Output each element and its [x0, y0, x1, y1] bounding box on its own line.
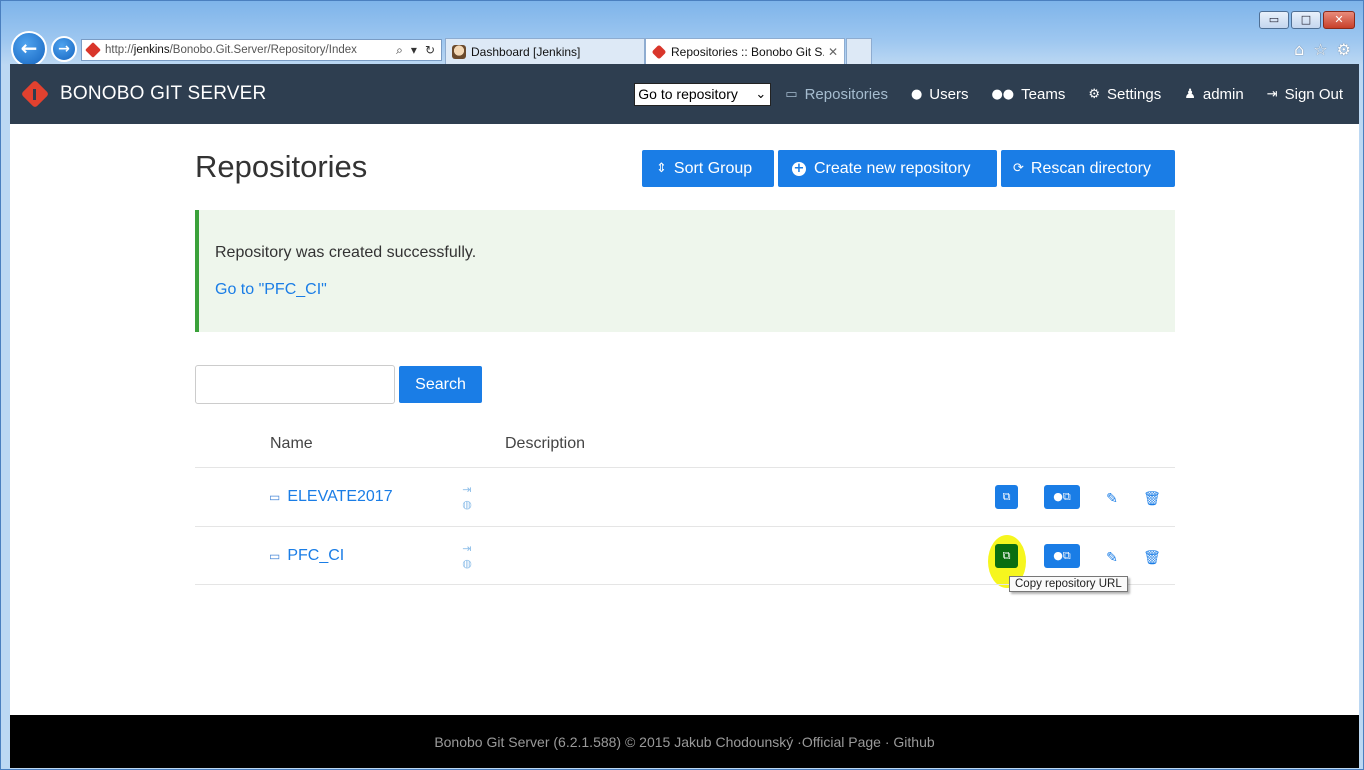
cogs-icon: ⚙	[1088, 86, 1100, 102]
hdd-icon: ▭	[269, 549, 281, 563]
minimize-button[interactable]: ▭	[1259, 11, 1289, 29]
sort-icon: ⇕	[656, 161, 667, 176]
footer-separator: ·	[880, 733, 894, 750]
top-navbar: BONOBO GIT SERVER Go to repository ⌄ ▭ R…	[10, 64, 1359, 124]
gear-icon[interactable]: ⚙	[1337, 40, 1351, 59]
nav-admin[interactable]: ♟ admin	[1184, 86, 1244, 103]
plus-circle-icon: +	[792, 160, 806, 176]
address-bar[interactable]: http://jenkins/Bonobo.Git.Server/Reposit…	[81, 39, 442, 61]
jenkins-icon	[452, 44, 466, 59]
create-repository-button[interactable]: + Create new repository	[778, 150, 997, 187]
search-input[interactable]	[195, 365, 395, 404]
footer: Bonobo Git Server (6.2.1.588) © 2015 Jak…	[10, 715, 1359, 768]
alert-message: Repository was created successfully.	[215, 244, 477, 261]
user-icon: ●	[910, 86, 923, 102]
repo-status-icons: ⇥ ◍	[460, 482, 474, 512]
brand[interactable]: BONOBO GIT SERVER	[21, 80, 266, 108]
user-copy-icon: ●⧉	[1053, 549, 1071, 562]
copy-url-with-user-button[interactable]: ●⧉	[1044, 485, 1080, 509]
sort-group-button[interactable]: ⇕ Sort Group	[642, 150, 774, 187]
edit-button[interactable]: ✎	[1103, 487, 1121, 511]
nav-settings[interactable]: ⚙ Settings	[1088, 86, 1161, 103]
page-viewport: BONOBO GIT SERVER Go to repository ⌄ ▭ R…	[10, 64, 1359, 768]
search-icon[interactable]: ⌕	[396, 43, 403, 58]
delete-button[interactable]: 🗑	[1143, 546, 1161, 570]
footer-text: Bonobo Git Server (6.2.1.588) © 2015 Jak…	[434, 733, 802, 750]
official-page-link[interactable]: Official Page	[802, 734, 881, 750]
forward-button[interactable]: →	[51, 36, 77, 62]
column-header-name[interactable]: Name	[270, 435, 313, 453]
globe-icon: ◍	[462, 557, 472, 570]
repo-status-icons: ⇥ ◍	[460, 541, 474, 571]
copy-url-with-user-button[interactable]: ●⧉	[1044, 544, 1080, 568]
bonobo-icon	[651, 44, 667, 59]
browser-window: ▭ □ ✕ ← → http://jenkins/Bonobo.Git.Serv…	[0, 0, 1364, 770]
nav-teams[interactable]: ●● Teams	[991, 86, 1065, 103]
brand-name: BONOBO GIT SERVER	[60, 83, 267, 104]
person-icon: ♟	[1184, 86, 1196, 102]
table-row: ▭ ELEVATE2017 ⇥ ◍ ⧉ ●⧉ ✎ 🗑	[195, 468, 1175, 526]
nav-users[interactable]: ● Users	[911, 86, 969, 103]
success-alert: Repository was created successfully. Go …	[195, 210, 1175, 332]
copy-icon: ⧉	[1002, 549, 1011, 562]
close-button[interactable]: ✕	[1323, 11, 1355, 29]
tab-label: Dashboard [Jenkins]	[471, 44, 581, 59]
go-to-repository-select[interactable]: Go to repository ⌄	[634, 82, 772, 106]
nav-repositories[interactable]: ▭ Repositories	[785, 86, 888, 103]
column-header-description[interactable]: Description	[505, 435, 585, 453]
tab-close-icon[interactable]: ✕	[828, 45, 838, 59]
sign-in-icon: ⇥	[462, 542, 472, 555]
edit-icon: ✎	[1106, 491, 1118, 507]
go-to-repo-link[interactable]: Go to "PFC_CI"	[215, 281, 327, 299]
delete-button[interactable]: 🗑	[1143, 487, 1161, 511]
dropdown-icon[interactable]: ▾	[411, 43, 417, 58]
github-link[interactable]: Github	[893, 734, 934, 750]
browser-toolbar-icons: ⌂ ☆ ⚙	[1294, 40, 1351, 59]
sign-out-icon: ⇥	[1266, 86, 1278, 102]
repo-link[interactable]: ▭ PFC_CI	[269, 547, 344, 565]
edit-icon: ✎	[1106, 550, 1118, 566]
maximize-button[interactable]: □	[1291, 11, 1321, 29]
hdd-icon: ▭	[269, 490, 281, 504]
chevron-down-icon: ⌄	[755, 86, 767, 102]
tab-jenkins-dashboard[interactable]: Dashboard [Jenkins]	[445, 38, 645, 64]
site-favicon-icon	[85, 42, 101, 58]
address-url[interactable]: http://jenkins/Bonobo.Git.Server/Reposit…	[105, 44, 396, 56]
tab-repositories[interactable]: Repositories :: Bonobo Git S... ✕	[645, 38, 845, 64]
refresh-icon[interactable]: ↻	[425, 43, 435, 58]
home-icon[interactable]: ⌂	[1294, 40, 1304, 59]
search-button[interactable]: Search	[399, 366, 482, 403]
window-controls: ▭ □ ✕	[1259, 11, 1355, 29]
nav-sign-out[interactable]: ⇥ Sign Out	[1267, 86, 1343, 103]
hdd-icon: ▭	[785, 86, 798, 102]
user-copy-icon: ●⧉	[1053, 490, 1071, 503]
sign-in-icon: ⇥	[462, 483, 472, 496]
repo-link[interactable]: ▭ ELEVATE2017	[269, 488, 393, 506]
refresh-icon: ⟳	[1013, 161, 1024, 176]
git-logo-icon	[21, 80, 49, 108]
favorites-star-icon[interactable]: ☆	[1313, 40, 1327, 59]
copy-url-button[interactable]: ⧉	[995, 544, 1018, 568]
copy-icon: ⧉	[1002, 490, 1011, 503]
trash-icon: 🗑	[1143, 491, 1161, 507]
globe-icon: ◍	[462, 498, 472, 511]
page-title: Repositories	[195, 149, 368, 184]
trash-icon: 🗑	[1143, 550, 1161, 566]
tab-label: Repositories :: Bonobo Git S...	[671, 44, 824, 59]
rescan-directory-button[interactable]: ⟳ Rescan directory	[1001, 150, 1175, 187]
edit-button[interactable]: ✎	[1103, 546, 1121, 570]
copy-url-button[interactable]: ⧉	[995, 485, 1018, 509]
new-tab-button[interactable]	[846, 38, 872, 64]
copy-url-tooltip: Copy repository URL	[1009, 576, 1128, 592]
users-icon: ●●	[991, 86, 1015, 102]
back-button[interactable]: ←	[11, 31, 47, 67]
table-row: ▭ PFC_CI ⇥ ◍ ⧉ ●⧉ ✎ 🗑 Copy repository UR…	[195, 527, 1175, 592]
